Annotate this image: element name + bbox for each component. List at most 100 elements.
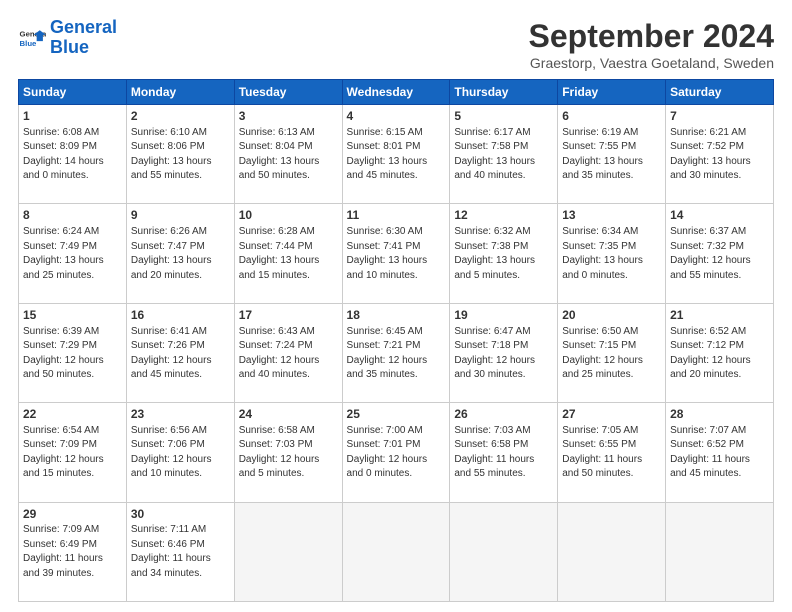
table-row: 6Sunrise: 6:19 AM Sunset: 7:55 PM Daylig…	[558, 105, 666, 204]
day-info: Sunrise: 6:26 AM Sunset: 7:47 PM Dayligh…	[131, 225, 230, 283]
table-row: 7Sunrise: 6:21 AM Sunset: 7:52 PM Daylig…	[666, 105, 774, 204]
day-number: 9	[131, 207, 230, 224]
day-info: Sunrise: 6:08 AM Sunset: 8:09 PM Dayligh…	[23, 126, 122, 184]
day-number: 13	[562, 207, 661, 224]
month-title: September 2024	[529, 18, 774, 55]
header-saturday: Saturday	[666, 80, 774, 105]
day-info: Sunrise: 6:15 AM Sunset: 8:01 PM Dayligh…	[347, 126, 446, 184]
day-info: Sunrise: 7:07 AM Sunset: 6:52 PM Dayligh…	[670, 424, 769, 482]
day-number: 17	[239, 307, 338, 324]
header-friday: Friday	[558, 80, 666, 105]
table-row: 23Sunrise: 6:56 AM Sunset: 7:06 PM Dayli…	[126, 403, 234, 502]
day-number: 27	[562, 406, 661, 423]
day-info: Sunrise: 6:13 AM Sunset: 8:04 PM Dayligh…	[239, 126, 338, 184]
table-row: 24Sunrise: 6:58 AM Sunset: 7:03 PM Dayli…	[234, 403, 342, 502]
table-row: 19Sunrise: 6:47 AM Sunset: 7:18 PM Dayli…	[450, 303, 558, 402]
table-row	[234, 502, 342, 601]
calendar-week-row: 1Sunrise: 6:08 AM Sunset: 8:09 PM Daylig…	[19, 105, 774, 204]
day-info: Sunrise: 6:34 AM Sunset: 7:35 PM Dayligh…	[562, 225, 661, 283]
day-number: 23	[131, 406, 230, 423]
calendar-table: Sunday Monday Tuesday Wednesday Thursday…	[18, 79, 774, 602]
calendar-week-row: 15Sunrise: 6:39 AM Sunset: 7:29 PM Dayli…	[19, 303, 774, 402]
day-info: Sunrise: 6:21 AM Sunset: 7:52 PM Dayligh…	[670, 126, 769, 184]
day-info: Sunrise: 6:47 AM Sunset: 7:18 PM Dayligh…	[454, 325, 553, 383]
day-number: 8	[23, 207, 122, 224]
day-info: Sunrise: 7:03 AM Sunset: 6:58 PM Dayligh…	[454, 424, 553, 482]
day-number: 25	[347, 406, 446, 423]
calendar-week-row: 8Sunrise: 6:24 AM Sunset: 7:49 PM Daylig…	[19, 204, 774, 303]
day-number: 1	[23, 108, 122, 125]
table-row: 4Sunrise: 6:15 AM Sunset: 8:01 PM Daylig…	[342, 105, 450, 204]
header-thursday: Thursday	[450, 80, 558, 105]
table-row: 10Sunrise: 6:28 AM Sunset: 7:44 PM Dayli…	[234, 204, 342, 303]
location: Graestorp, Vaestra Goetaland, Sweden	[529, 55, 774, 71]
calendar-week-row: 29Sunrise: 7:09 AM Sunset: 6:49 PM Dayli…	[19, 502, 774, 601]
day-info: Sunrise: 7:00 AM Sunset: 7:01 PM Dayligh…	[347, 424, 446, 482]
day-info: Sunrise: 7:05 AM Sunset: 6:55 PM Dayligh…	[562, 424, 661, 482]
day-number: 12	[454, 207, 553, 224]
header-monday: Monday	[126, 80, 234, 105]
day-number: 22	[23, 406, 122, 423]
day-number: 4	[347, 108, 446, 125]
header-wednesday: Wednesday	[342, 80, 450, 105]
day-info: Sunrise: 6:39 AM Sunset: 7:29 PM Dayligh…	[23, 325, 122, 383]
table-row: 14Sunrise: 6:37 AM Sunset: 7:32 PM Dayli…	[666, 204, 774, 303]
table-row: 11Sunrise: 6:30 AM Sunset: 7:41 PM Dayli…	[342, 204, 450, 303]
day-info: Sunrise: 6:32 AM Sunset: 7:38 PM Dayligh…	[454, 225, 553, 283]
table-row: 20Sunrise: 6:50 AM Sunset: 7:15 PM Dayli…	[558, 303, 666, 402]
day-number: 2	[131, 108, 230, 125]
logo-text-general: General	[50, 18, 117, 38]
day-number: 19	[454, 307, 553, 324]
header: General Blue General Blue September 2024…	[18, 18, 774, 71]
calendar-week-row: 22Sunrise: 6:54 AM Sunset: 7:09 PM Dayli…	[19, 403, 774, 502]
table-row: 17Sunrise: 6:43 AM Sunset: 7:24 PM Dayli…	[234, 303, 342, 402]
day-number: 26	[454, 406, 553, 423]
day-number: 24	[239, 406, 338, 423]
day-info: Sunrise: 6:52 AM Sunset: 7:12 PM Dayligh…	[670, 325, 769, 383]
day-info: Sunrise: 6:37 AM Sunset: 7:32 PM Dayligh…	[670, 225, 769, 283]
day-number: 6	[562, 108, 661, 125]
day-number: 30	[131, 506, 230, 523]
table-row: 1Sunrise: 6:08 AM Sunset: 8:09 PM Daylig…	[19, 105, 127, 204]
day-number: 16	[131, 307, 230, 324]
table-row: 2Sunrise: 6:10 AM Sunset: 8:06 PM Daylig…	[126, 105, 234, 204]
day-info: Sunrise: 6:50 AM Sunset: 7:15 PM Dayligh…	[562, 325, 661, 383]
day-number: 15	[23, 307, 122, 324]
header-tuesday: Tuesday	[234, 80, 342, 105]
table-row: 30Sunrise: 7:11 AM Sunset: 6:46 PM Dayli…	[126, 502, 234, 601]
table-row: 3Sunrise: 6:13 AM Sunset: 8:04 PM Daylig…	[234, 105, 342, 204]
page: General Blue General Blue September 2024…	[0, 0, 792, 612]
table-row: 16Sunrise: 6:41 AM Sunset: 7:26 PM Dayli…	[126, 303, 234, 402]
table-row: 5Sunrise: 6:17 AM Sunset: 7:58 PM Daylig…	[450, 105, 558, 204]
day-number: 21	[670, 307, 769, 324]
day-number: 7	[670, 108, 769, 125]
day-info: Sunrise: 7:09 AM Sunset: 6:49 PM Dayligh…	[23, 523, 122, 581]
day-info: Sunrise: 6:41 AM Sunset: 7:26 PM Dayligh…	[131, 325, 230, 383]
svg-text:Blue: Blue	[20, 39, 38, 48]
logo-icon: General Blue	[18, 24, 46, 52]
day-info: Sunrise: 6:24 AM Sunset: 7:49 PM Dayligh…	[23, 225, 122, 283]
day-number: 11	[347, 207, 446, 224]
table-row: 15Sunrise: 6:39 AM Sunset: 7:29 PM Dayli…	[19, 303, 127, 402]
day-info: Sunrise: 6:58 AM Sunset: 7:03 PM Dayligh…	[239, 424, 338, 482]
table-row	[450, 502, 558, 601]
day-info: Sunrise: 6:17 AM Sunset: 7:58 PM Dayligh…	[454, 126, 553, 184]
table-row: 22Sunrise: 6:54 AM Sunset: 7:09 PM Dayli…	[19, 403, 127, 502]
table-row: 28Sunrise: 7:07 AM Sunset: 6:52 PM Dayli…	[666, 403, 774, 502]
day-number: 3	[239, 108, 338, 125]
logo: General Blue General Blue	[18, 18, 117, 58]
table-row	[666, 502, 774, 601]
day-info: Sunrise: 6:30 AM Sunset: 7:41 PM Dayligh…	[347, 225, 446, 283]
table-row: 9Sunrise: 6:26 AM Sunset: 7:47 PM Daylig…	[126, 204, 234, 303]
day-number: 18	[347, 307, 446, 324]
day-info: Sunrise: 6:45 AM Sunset: 7:21 PM Dayligh…	[347, 325, 446, 383]
day-number: 28	[670, 406, 769, 423]
calendar-header-row: Sunday Monday Tuesday Wednesday Thursday…	[19, 80, 774, 105]
table-row: 29Sunrise: 7:09 AM Sunset: 6:49 PM Dayli…	[19, 502, 127, 601]
day-info: Sunrise: 6:19 AM Sunset: 7:55 PM Dayligh…	[562, 126, 661, 184]
title-block: September 2024 Graestorp, Vaestra Goetal…	[529, 18, 774, 71]
day-info: Sunrise: 6:28 AM Sunset: 7:44 PM Dayligh…	[239, 225, 338, 283]
table-row: 12Sunrise: 6:32 AM Sunset: 7:38 PM Dayli…	[450, 204, 558, 303]
table-row: 21Sunrise: 6:52 AM Sunset: 7:12 PM Dayli…	[666, 303, 774, 402]
logo-text-blue: Blue	[50, 38, 117, 58]
